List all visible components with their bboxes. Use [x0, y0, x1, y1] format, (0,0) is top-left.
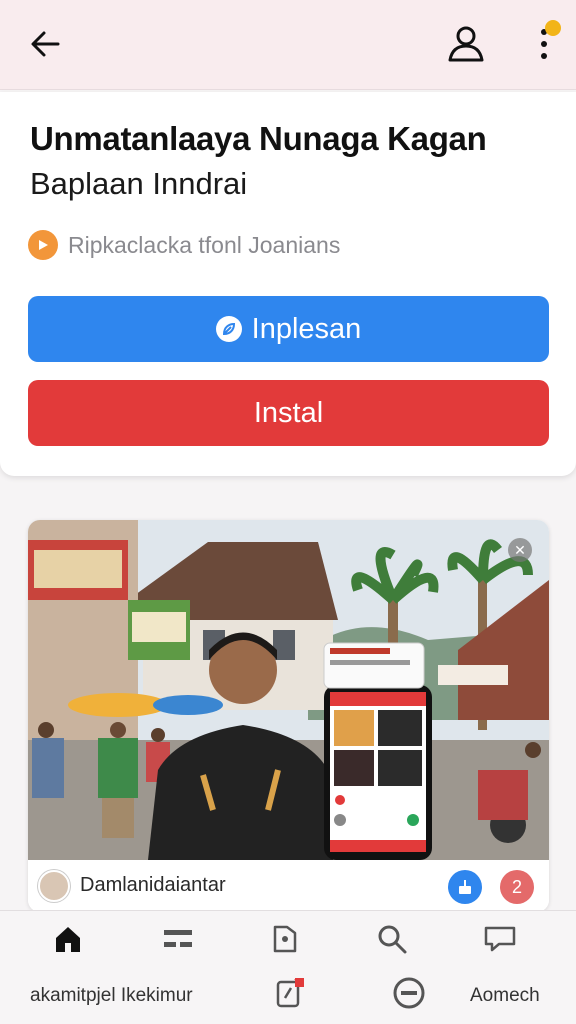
nav-label-right[interactable]: Aomech	[470, 985, 540, 1007]
minus-circle-icon[interactable]	[389, 973, 429, 1013]
screenshot-image	[28, 520, 549, 860]
app-title: Unmatanlaaya Nunaga Kagan	[30, 120, 487, 157]
primary-action-button[interactable]: Inplesan	[28, 296, 549, 362]
media-caption-bar: Damlanidaiantar 2	[28, 860, 549, 912]
app-subtitle: Baplaan Inndrai	[30, 166, 248, 201]
developer-name: Ripkaclacka tfonl Joanians	[68, 231, 341, 258]
play-icon	[28, 230, 58, 260]
notification-dot	[545, 20, 561, 36]
install-label: Instal	[253, 396, 324, 429]
arrow-left-icon	[31, 31, 60, 57]
primary-action-label: Inplesan	[251, 312, 362, 345]
nav-label-left[interactable]: akamitpjel Ikekimur	[30, 985, 193, 1007]
share-icon	[459, 880, 471, 894]
search-icon[interactable]	[372, 919, 412, 959]
avatar[interactable]	[38, 870, 70, 902]
chat-icon[interactable]	[480, 919, 520, 959]
app-info-card: Unmatanlaaya Nunaga Kagan Baplaan Inndra…	[0, 92, 576, 476]
top-app-bar	[0, 0, 576, 90]
badge-count[interactable]: 2	[500, 870, 534, 904]
bottom-navigation: akamitpjel Ikekimur Aomech	[0, 910, 576, 1024]
person-icon	[448, 26, 484, 62]
close-icon[interactable]: ✕	[508, 538, 532, 562]
developer-row[interactable]: Ripkaclacka tfonl Joanians	[28, 228, 548, 262]
list-icon[interactable]	[158, 919, 198, 959]
back-button[interactable]	[24, 22, 68, 66]
tag-icon[interactable]	[264, 919, 304, 959]
home-icon[interactable]	[48, 919, 88, 959]
profile-button[interactable]	[442, 20, 490, 68]
share-button[interactable]	[448, 870, 482, 904]
edit-icon[interactable]	[270, 973, 310, 1013]
install-button[interactable]: Instal	[28, 380, 549, 446]
media-caption: Damlanidaiantar	[80, 874, 226, 896]
media-card[interactable]: ✕ Damlanidaiantar 2	[28, 520, 549, 912]
leaf-icon	[215, 316, 242, 342]
